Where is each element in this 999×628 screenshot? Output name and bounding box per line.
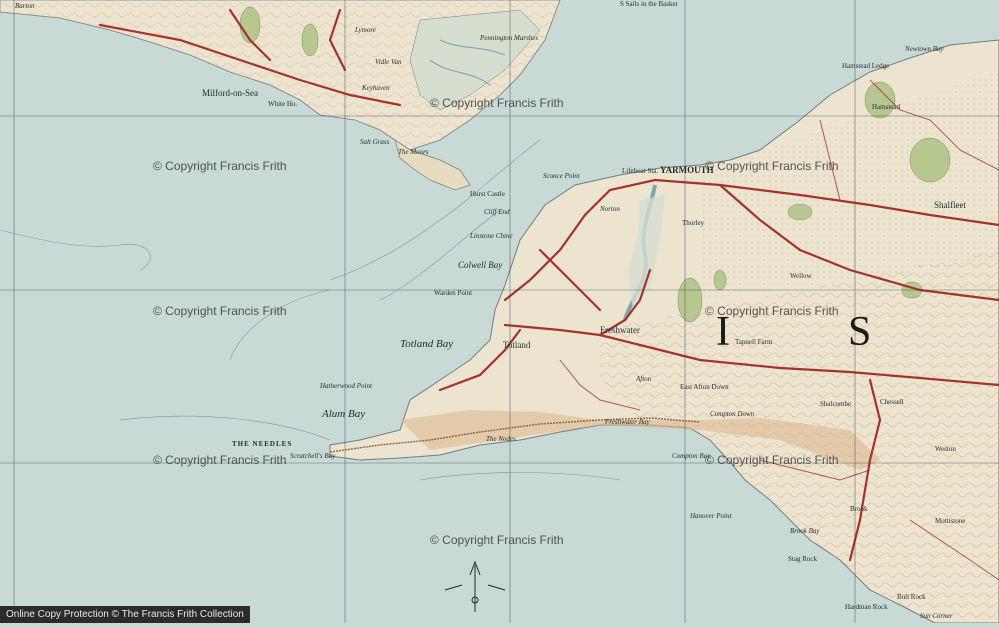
label-hamstead-ledge: Hamstead Ledge [842,62,890,70]
label-weston: Weston [935,445,956,453]
label-totland-bay: Totland Bay [400,338,454,350]
wood-8 [301,23,319,57]
label-bull-rock: Bull Rock [897,593,926,601]
label-chessell: Chessell [880,398,904,406]
label-compton-down: Compton Down [710,410,755,418]
wood-3 [787,203,813,221]
label-freshwater: Freshwater [600,325,640,335]
label-stag-rock: Stag Rock [788,555,817,563]
watermark-6: © Copyright Francis Frith [153,453,287,467]
label-lepe: S Sails in the Basket [620,0,678,8]
label-afton: Afton [636,375,652,383]
label-thorley: Thorley [682,219,705,227]
watermark-8: © Copyright Francis Frith [430,533,564,547]
label-the-nodes: The Nodes [486,435,516,443]
map-canvas[interactable]: Barton Lymore Vidle Van Milford-on-Sea W… [0,0,999,624]
label-hatherwood: Hatherwood Point [320,382,372,390]
watermark-3: © Copyright Francis Frith [705,159,839,173]
label-freshwater-bay: Freshwater Bay [605,418,650,426]
label-scratchells: Scratchell's Bay [290,452,336,460]
label-hurst-castle: Hurst Castle [470,190,505,198]
label-barton: Barton [15,2,35,10]
label-alum-bay: Alum Bay [322,408,366,420]
wood-2 [713,269,727,291]
label-norton: Norton [600,205,620,213]
label-mottistone: Mottistone [935,517,966,525]
label-totland: Totland [503,340,531,350]
watermark-5: © Copyright Francis Frith [705,304,839,318]
label-lifeboat: Lifeboat Sta. [622,167,659,175]
label-isle-S: S [848,309,874,355]
label-white-ho: White Ho. [268,100,298,108]
label-cliff-end: Cliff End [484,208,510,216]
watermark-4: © Copyright Francis Frith [153,304,287,318]
label-tapnell: Tapnell Farm [735,338,773,346]
label-warden-point: Warden Point [434,289,473,297]
watermark-2: © Copyright Francis Frith [153,159,287,173]
label-hamstead: Hamstead [872,103,900,111]
wood-5 [909,137,951,183]
label-wellow: Wellow [790,272,812,280]
label-salt-grass: Salt Grass [360,138,390,146]
label-keyhaven: Keyhaven [362,84,390,92]
label-the-needles: THE NEEDLES [232,440,293,448]
label-linstone: Linstone Chine [470,232,513,240]
label-the-moors: The Moors [398,148,429,156]
label-lymore: Lymore [355,26,376,34]
copyright-footer: Online Copy Protection © The Francis Fri… [0,606,250,623]
wood-7 [239,6,261,44]
label-hardman-rock: Hardman Rock [845,603,888,611]
label-hanover-point: Hanover Point [690,512,732,520]
label-shalfleet: Shalfleet [934,200,966,210]
label-vidle-van: Vidle Van [375,58,402,66]
label-sconce-point: Sconce Point [543,172,580,180]
watermark-7: © Copyright Francis Frith [705,453,839,467]
label-pennington: Pennington Marshes [480,34,539,42]
label-colwell-bay: Colwell Bay [458,260,503,270]
label-newtown-bay: Newtown Bay [905,45,944,53]
label-shalcombe: Shalcombe [820,400,852,408]
label-milford: Milford-on-Sea [202,88,258,98]
watermark-1: © Copyright Francis Frith [430,96,564,110]
label-brook: Brook [850,505,868,513]
label-sun-corner: Sun Corner [920,612,953,620]
label-brook-bay: Brook Bay [790,527,820,535]
wood-1 [677,277,703,323]
label-east-afton: East Afton Down [680,383,729,391]
